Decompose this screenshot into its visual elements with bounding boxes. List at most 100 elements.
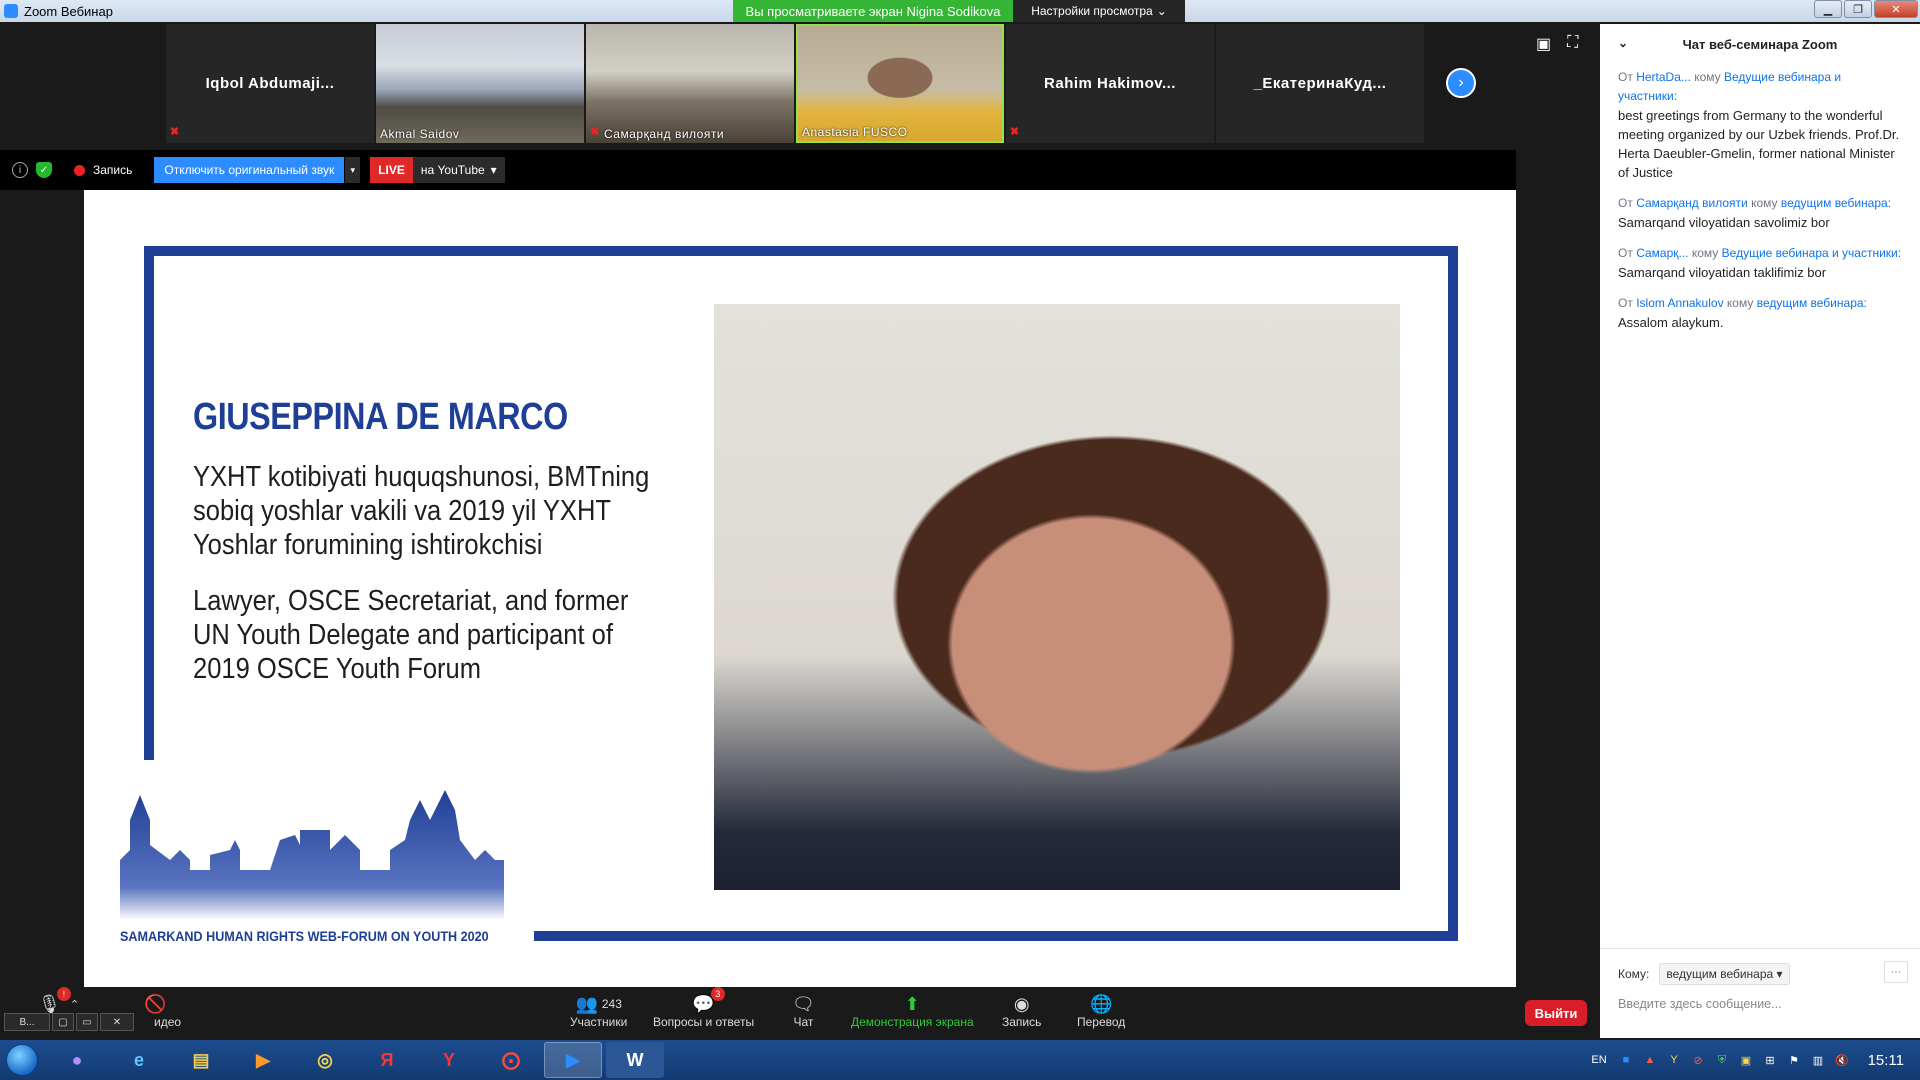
tray-network-icon[interactable]: ▥ [1810,1052,1826,1068]
speaker-name: GIUSEPPINA DE MARCO [193,396,568,438]
video-tile-samarkand[interactable]: Самарқанд вилояти ✖ [586,24,794,143]
taskbar-explorer-icon[interactable]: ▤ [172,1042,230,1078]
system-tray: EN ■ ▲ Y ⊘ ⛨ ▣ ⊞ ⚑ ▥ 🔇 [1588,1040,1850,1080]
tray-zoom-icon[interactable]: ■ [1618,1052,1634,1068]
microphone-icon: 🎙! [38,987,71,1015]
recipient-select[interactable]: ведущим вебинара ▾ [1659,963,1790,985]
meeting-controls: 🎙! ⌃ 🚫 идео В... ▢ ▭ ✕ 👥 243 Участники 💬… [0,987,1600,1039]
video-tile-akmal[interactable]: Akmal Saidov [376,24,584,143]
tray-app-icon[interactable]: ▣ [1738,1052,1754,1068]
taskbar-word-icon[interactable]: W [606,1042,664,1078]
chat-more-button[interactable]: ··· [1884,961,1908,983]
speaker-photo [714,304,1400,890]
original-sound-caret[interactable]: ▾ [344,157,361,183]
fullscreen-icon[interactable]: ⛶ [1567,34,1578,54]
globe-icon: 🌐 [1089,993,1113,1014]
next-page-button[interactable]: › [1446,68,1476,98]
language-indicator[interactable]: EN [1588,1052,1610,1068]
audio-options-caret[interactable]: ⌃ [70,993,79,1015]
participants-count: 243 [601,997,622,1011]
video-tile-rahim[interactable]: Rahim Hakimov... ✖ [1006,24,1214,143]
samarkand-skyline-logo [120,790,504,920]
tray-yandex-icon[interactable]: Y [1666,1052,1682,1068]
window-controls: ▁ ❐ ✕ [1812,0,1918,18]
participant-label: Самарқанд вилояти [604,127,725,141]
leave-button[interactable]: Выйти [1525,1000,1587,1026]
start-button[interactable] [0,1040,44,1080]
taskbar-zoom-icon[interactable]: ▶ [544,1042,602,1078]
minimized-window-controls: В... ▢ ▭ ✕ [4,1013,134,1031]
record-label: Запись [1002,1015,1042,1029]
tray-flag-icon[interactable]: ⚑ [1786,1052,1802,1068]
info-icon[interactable]: i [12,162,28,178]
chevron-down-icon[interactable]: ⌄ [1618,36,1628,50]
chat-message-input[interactable] [1618,997,1898,1011]
original-sound-button[interactable]: Отключить оригинальный звук [154,157,345,183]
taskbar-yandex-icon[interactable]: Я [358,1042,416,1078]
chevron-up-icon: ⌃ [70,998,80,1011]
share-screen-button[interactable]: ⬆ Демонстрация экрана [851,993,974,1030]
restore-icon[interactable]: ▢ [52,1013,74,1031]
tray-network-share-icon[interactable]: ⊞ [1762,1052,1778,1068]
to-prefix: кому [1694,70,1721,84]
from-prefix: От [1618,246,1633,260]
chat-message-meta: От HertaDa... кому Ведущие вебинара и уч… [1618,68,1902,106]
sender-name[interactable]: Самарқанд вилояти [1636,196,1748,210]
to-prefix: кому [1691,246,1719,260]
speaker-bio-uzbek: YXHT kotibiyati huquqshunosi, BMTning so… [193,461,650,561]
speaker-bio-english: Lawyer, OSCE Secretariat, and former UN … [193,585,629,685]
mic-muted-icon: ✖ [170,126,180,138]
taskbar-yandex-browser-icon[interactable]: Y [420,1042,478,1078]
minimize-button[interactable]: ▁ [1814,0,1842,18]
recipient-name: Ведущие вебинара и участники: [1721,246,1902,260]
layout-toggle-icon[interactable]: ▣ [1536,34,1551,54]
tray-security-icon[interactable]: ⊘ [1690,1052,1706,1068]
chat-message-meta: От Islom Annakulov кому ведущим вебинара… [1618,294,1902,313]
from-prefix: От [1618,296,1633,310]
maximize-button[interactable]: ❐ [1844,0,1872,18]
translate-button[interactable]: 🌐 Перевод [1077,993,1125,1030]
tray-volume-icon[interactable]: 🔇 [1834,1052,1850,1068]
taskbar-acrobat-icon[interactable]: ⨀ [482,1042,540,1078]
chat-button[interactable]: 🗨 Чат [792,993,815,1030]
chat-panel: ⌄ Чат веб-семинара Zoom От HertaDa... ко… [1600,24,1920,1038]
maximize-icon[interactable]: ▭ [76,1013,98,1031]
chat-icon: 🗨 [792,993,815,1014]
video-button[interactable]: 🚫 идео [130,993,181,1030]
to-prefix: кому [1726,296,1754,310]
chat-message: От Самарқанд вилояти кому ведущим вебина… [1618,194,1902,232]
qa-button[interactable]: 💬 3 Вопросы и ответы [653,987,754,1029]
slide-frame [1448,246,1458,941]
stream-target-dropdown[interactable]: на YouTube ▾ [412,157,505,183]
video-tile-iqbol[interactable]: Iqbol Abdumaji... ✖ [166,24,374,143]
to-prefix: кому [1751,196,1778,210]
live-badge: LIVE [370,157,413,183]
taskbar-alice-icon[interactable]: ● [48,1042,106,1078]
record-icon: ◉ [1013,993,1030,1014]
chevron-down-icon: ⌄ [1156,4,1167,18]
video-tile-anastasia[interactable]: Anastasia FUSCO [796,24,1004,143]
taskbar-media-player-icon[interactable]: ▶ [234,1042,292,1078]
from-prefix: От [1618,196,1633,210]
chat-title: Чат веб-семинара Zoom [1682,36,1838,52]
taskbar-ie-icon[interactable]: e [110,1042,168,1078]
taskbar-clock[interactable]: 15:11 [1868,1052,1904,1069]
tray-antivirus-icon[interactable]: ⛨ [1714,1052,1730,1068]
close-icon[interactable]: ✕ [100,1013,134,1031]
minimized-zoom-window[interactable]: В... [4,1013,50,1031]
participants-button[interactable]: 👥 243 Участники [570,993,627,1030]
video-tile-ekaterina[interactable]: _ЕкатеринаКуд... [1216,24,1424,143]
sender-name[interactable]: Самарқ... [1636,246,1688,260]
taskbar-chrome-icon[interactable]: ◎ [296,1042,354,1078]
sender-name[interactable]: HertaDa... [1636,70,1691,84]
tray-warning-icon[interactable]: ▲ [1642,1052,1658,1068]
sender-name[interactable]: Islom Annakulov [1636,296,1723,310]
chat-message: От Самарқ... кому Ведущие вебинара и уча… [1618,244,1902,282]
view-options-dropdown[interactable]: Настройки просмотра ⌄ [1013,0,1185,22]
security-shield-icon[interactable]: ✓ [36,162,52,178]
close-button[interactable]: ✕ [1874,0,1918,18]
mute-button[interactable]: 🎙! [38,987,71,1015]
recording-dot-icon [74,164,85,176]
mic-muted-icon: ✖ [590,126,600,138]
record-button[interactable]: ◉ Запись [1002,993,1042,1030]
